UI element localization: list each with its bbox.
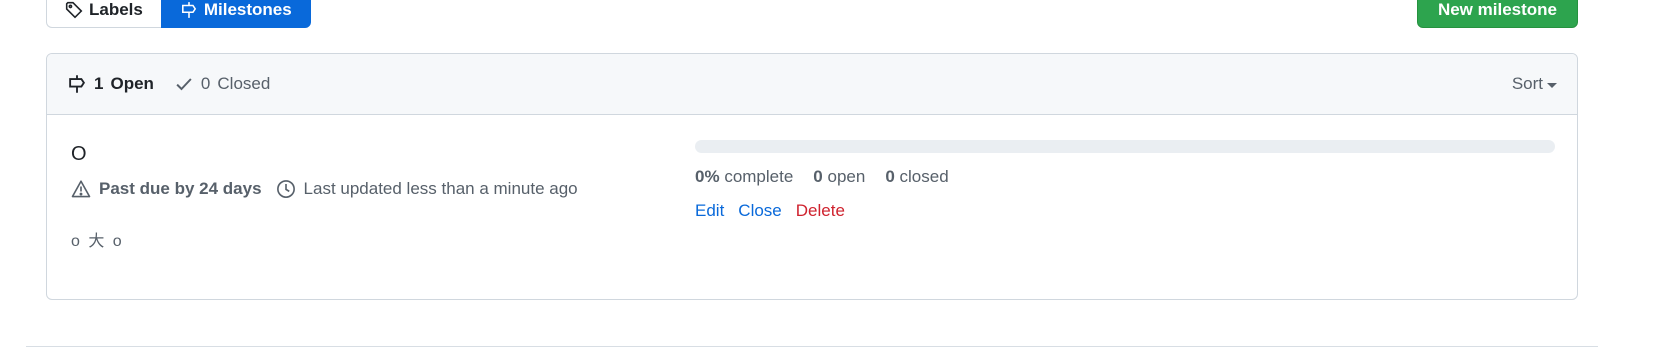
alert-icon xyxy=(71,180,91,198)
closed-issues-label: closed xyxy=(899,167,949,186)
closed-count: 0 xyxy=(200,74,211,93)
closed-issues-stat: 0 closed xyxy=(885,167,948,187)
edit-link[interactable]: Edit xyxy=(695,201,724,221)
closed-issues-count: 0 xyxy=(885,167,895,186)
updated-status: Last updated less than a minute ago xyxy=(276,179,578,199)
milestone-title[interactable]: O xyxy=(71,143,671,169)
open-label: Open xyxy=(110,74,154,93)
milestone-row: O Past due by 24 days Last updated less … xyxy=(47,115,1577,299)
open-issues-count: 0 xyxy=(813,167,823,186)
close-link[interactable]: Close xyxy=(738,201,781,221)
progress-bar xyxy=(695,140,1555,153)
footer-divider xyxy=(26,346,1598,347)
check-icon xyxy=(176,78,192,91)
milestone-progress-section: 0% complete 0 open 0 closed Edit Close D… xyxy=(695,140,1555,221)
milestones-list: 1 Open 0 Closed Sort O Past due by 24 da… xyxy=(46,53,1578,300)
completion-stat: 0% complete xyxy=(695,167,793,187)
completion-label: complete xyxy=(724,167,794,186)
sort-label: Sort xyxy=(1511,74,1543,93)
milestones-tab[interactable]: Milestones xyxy=(160,0,311,28)
milestone-meta: Past due by 24 days Last updated less th… xyxy=(71,179,671,199)
milestone-stats: 0% complete 0 open 0 closed xyxy=(695,167,1555,187)
milestone-description: o 大 o xyxy=(71,233,124,250)
milestone-info: O Past due by 24 days Last updated less … xyxy=(71,143,671,251)
open-issues-stat: 0 open xyxy=(813,167,865,187)
labels-tab-label: Labels xyxy=(89,0,143,19)
milestones-list-header: 1 Open 0 Closed Sort xyxy=(47,54,1577,115)
labels-milestones-subnav: Labels Milestones xyxy=(46,0,311,28)
delete-link[interactable]: Delete xyxy=(796,201,845,221)
milestone-icon xyxy=(69,75,86,93)
completion-percent: 0% xyxy=(695,167,720,186)
milestone-icon xyxy=(181,2,196,18)
due-status: Past due by 24 days xyxy=(71,179,262,199)
labels-tab[interactable]: Labels xyxy=(46,0,161,28)
closed-label: Closed xyxy=(217,74,271,93)
caret-down-icon xyxy=(1547,82,1557,88)
due-text: Past due by 24 days xyxy=(99,179,262,198)
sort-dropdown[interactable]: Sort xyxy=(1512,74,1557,94)
open-milestones-filter[interactable]: 1 Open xyxy=(67,74,154,94)
top-bar: Labels Milestones New milestone xyxy=(46,0,1578,28)
open-issues-label: open xyxy=(827,167,866,186)
new-milestone-button[interactable]: New milestone xyxy=(1416,0,1578,28)
tag-icon xyxy=(65,1,83,19)
closed-milestones-filter[interactable]: 0 Closed xyxy=(174,74,270,94)
milestone-actions: Edit Close Delete xyxy=(695,201,1555,221)
updated-text: Last updated less than a minute ago xyxy=(303,179,578,198)
open-count: 1 xyxy=(94,74,104,93)
milestones-tab-label: Milestones xyxy=(203,0,292,19)
clock-icon xyxy=(276,180,295,198)
